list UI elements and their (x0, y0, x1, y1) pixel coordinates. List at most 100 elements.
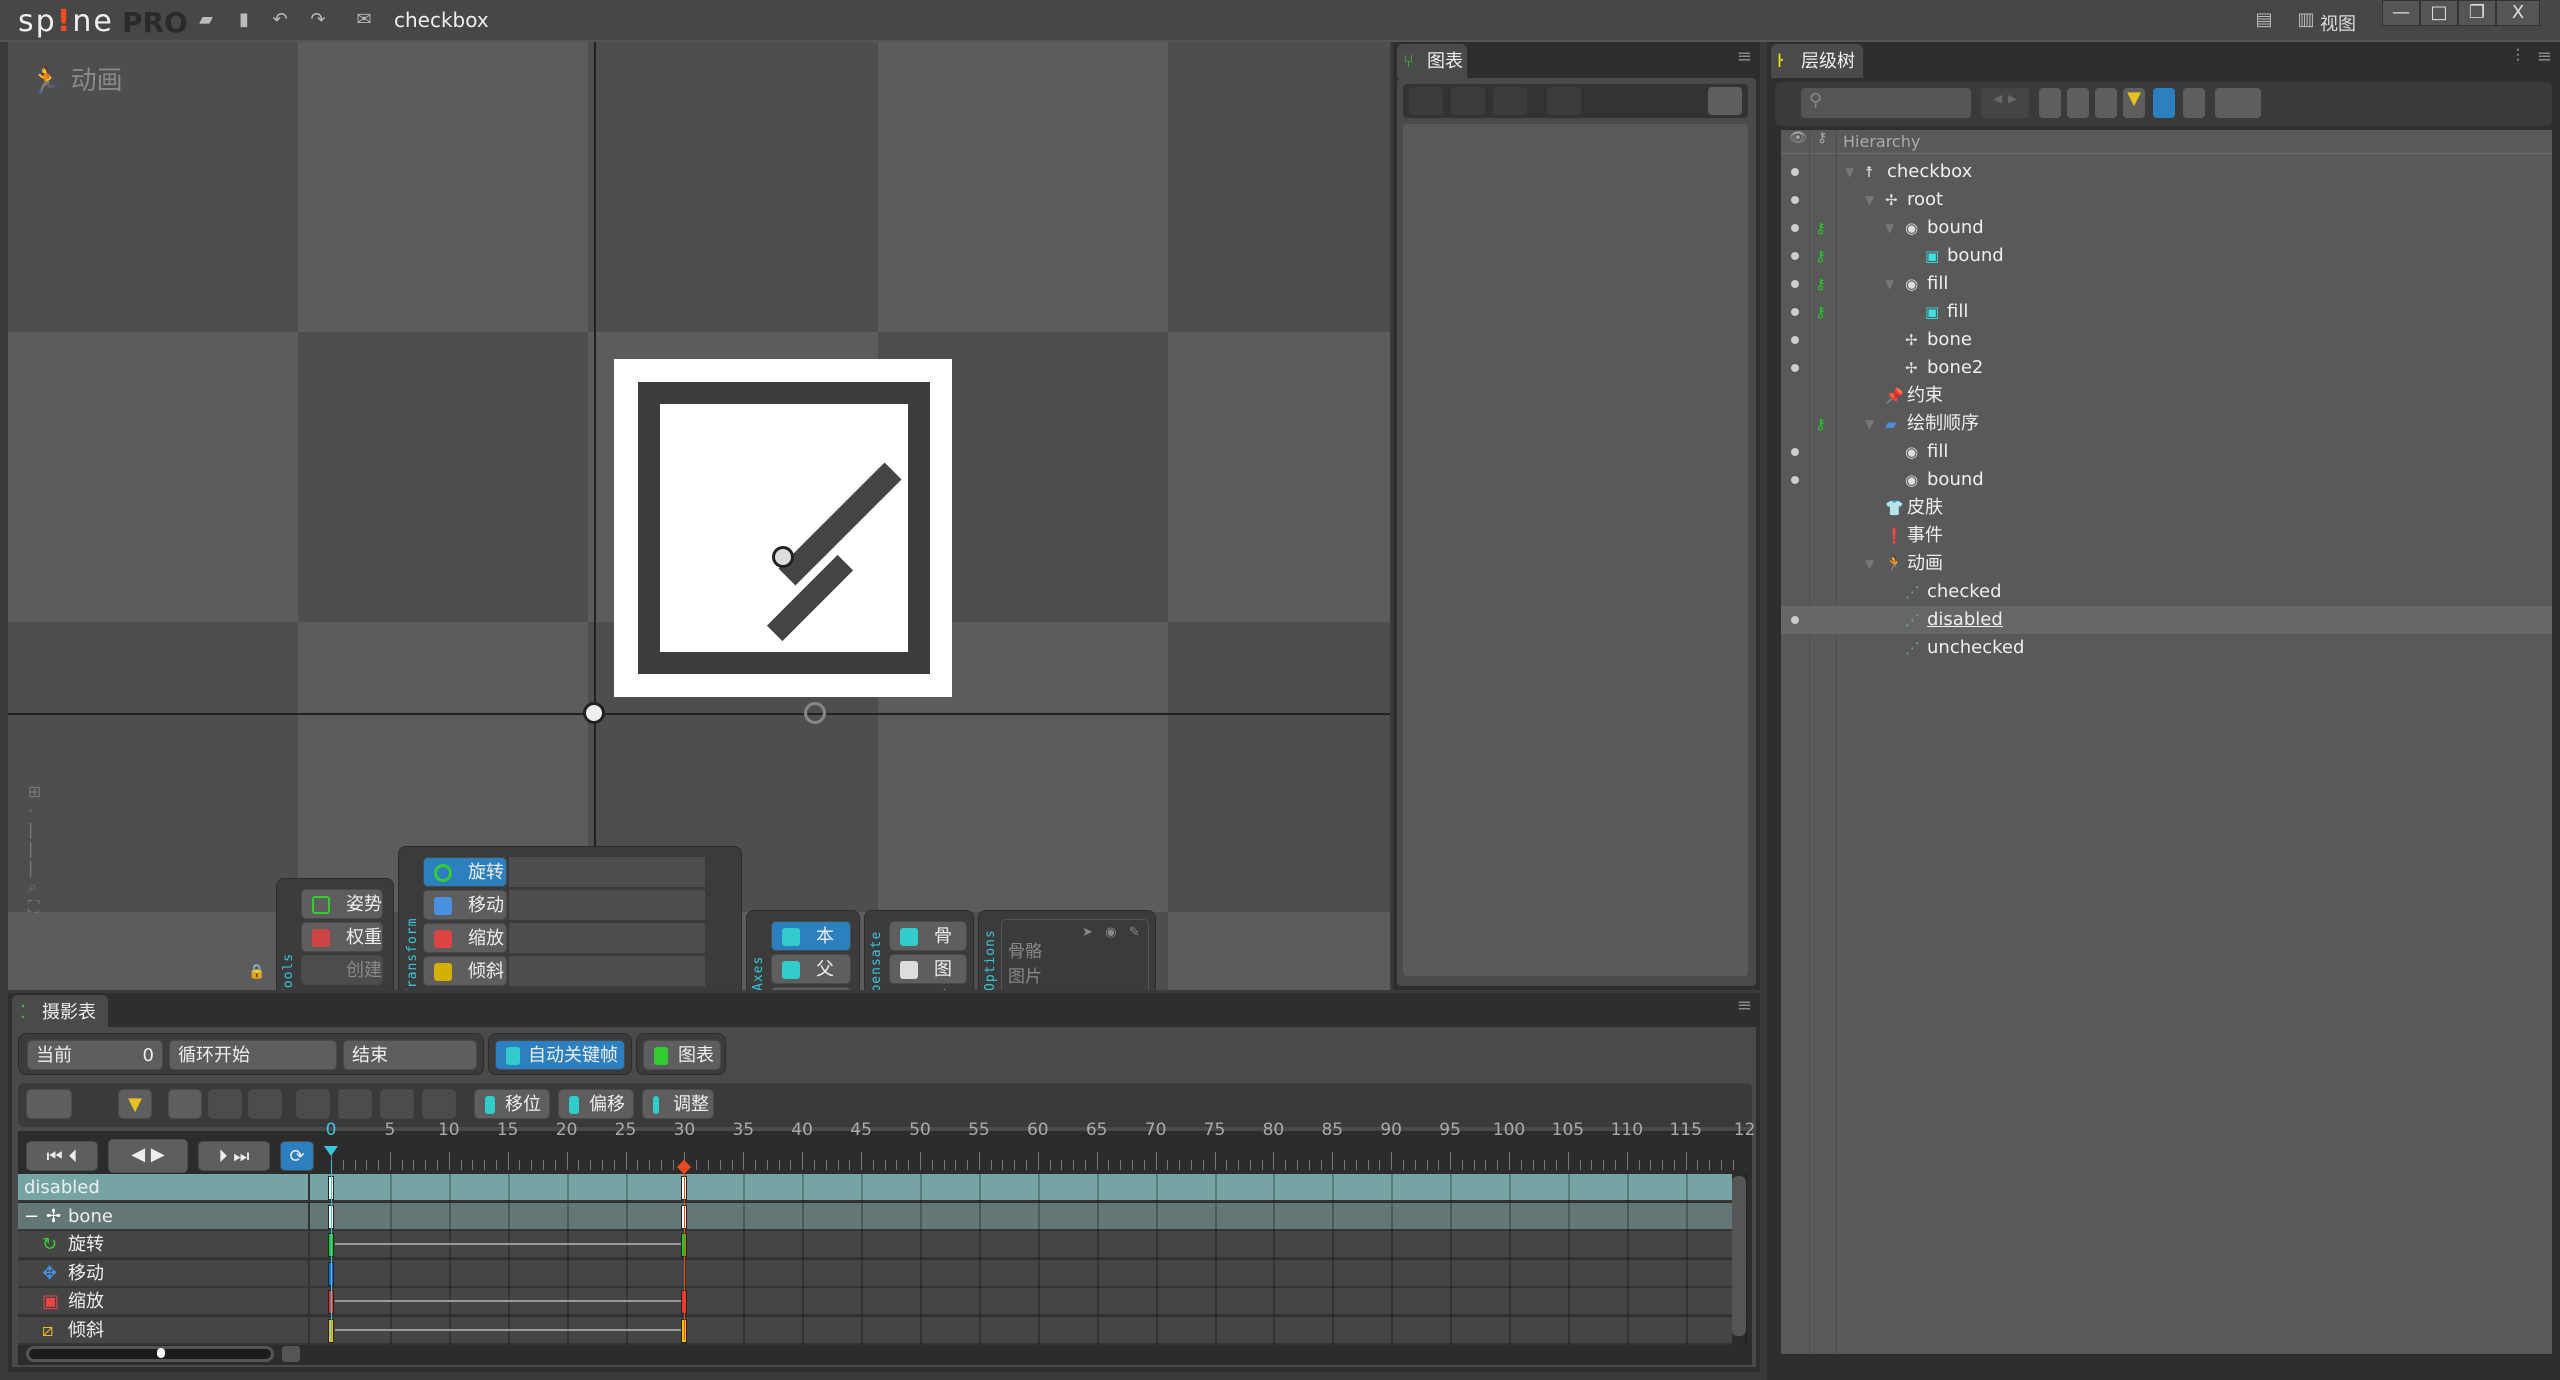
next-last-frame-buttons[interactable]: ⏵ ⏭ (198, 1141, 270, 1171)
translate-tool-button[interactable]: 移动 (423, 890, 507, 920)
redo-icon[interactable]: ↷ (308, 10, 328, 30)
key-icon[interactable]: ⚷ (1815, 214, 1826, 242)
collapse-expand-buttons[interactable] (2215, 88, 2261, 118)
tree-item[interactable]: 👕 皮肤 (1781, 494, 2552, 522)
key-icon[interactable]: ⚷ (1815, 270, 1826, 298)
compensate-images-button[interactable]: 图片 (889, 954, 967, 990)
tree-item[interactable]: ▼ 🏃 动画 (1781, 550, 2552, 578)
timeline-row[interactable]: 倾斜 ⧄ (18, 1317, 1747, 1345)
tree-item[interactable]: ⚷ ▼ ◉ fill (1781, 270, 2552, 298)
tree-item[interactable]: ⚷ ▼ ◉ bound (1781, 214, 2552, 242)
loop-keys-button[interactable] (208, 1089, 242, 1119)
graph-mode-button[interactable] (1708, 87, 1742, 115)
end-frame-field[interactable]: 结束 (343, 1040, 477, 1070)
axes-world-button[interactable]: 世界 (771, 987, 851, 990)
playhead-handle[interactable] (324, 1146, 338, 1156)
focus-selection-button[interactable] (2153, 88, 2175, 118)
project-icon[interactable]: ✉ (354, 10, 374, 30)
shear-value-field[interactable] (509, 956, 705, 986)
key-icon[interactable]: ⚷ (1815, 298, 1826, 326)
loop-start-field[interactable]: 循环开始 (169, 1040, 337, 1070)
nav-back-forward-buttons[interactable]: ◂ ▸ (1981, 88, 2029, 118)
timeline-row[interactable]: 旋转 ↻ (18, 1231, 1747, 1260)
expand-arrow-icon[interactable]: ▼ (1885, 270, 1894, 298)
filter-icon[interactable]: ▼ (118, 1089, 152, 1119)
tree-item[interactable]: ⋰ checked (1781, 578, 2552, 606)
paste-button[interactable] (422, 1089, 456, 1119)
expand-arrow-icon[interactable]: ▼ (1865, 410, 1874, 438)
filter-attachments-button[interactable] (2095, 88, 2117, 118)
filter-bones-button[interactable] (2039, 88, 2061, 118)
timeline-scrollbar[interactable] (1732, 1176, 1746, 1336)
visibility-dot[interactable] (1791, 476, 1799, 484)
panel-menu-icon[interactable]: ≡ (2537, 46, 2552, 67)
weights-tool-button[interactable]: 权重 (301, 922, 383, 952)
tree-item[interactable]: ▼ ✢ root (1781, 186, 2552, 214)
timeline-row[interactable]: 缩放 ▣ (18, 1288, 1747, 1317)
tree-item[interactable]: ✢ bone (1781, 326, 2552, 354)
zoom-slider[interactable]: ⊞ · | | | ⌕ ⛶ (28, 782, 41, 917)
restore-button[interactable]: ❐ (2458, 0, 2496, 26)
expand-arrow-icon[interactable]: ▼ (1885, 214, 1894, 242)
bone2-handle[interactable] (804, 702, 826, 724)
compensate-bones-button[interactable]: 骨骼 (889, 921, 967, 977)
pose-tool-button[interactable]: 姿势 (301, 889, 383, 919)
autokey-button[interactable]: 自动关键帧 (495, 1040, 625, 1070)
viewport[interactable]: 🏃 动画 ⊞ · | | | ⌕ ⛶ 🔒 Tools 姿势 权重 创建 Transform … (8, 42, 1390, 990)
visibility-dot[interactable] (1791, 168, 1799, 176)
panel-menu-icon[interactable]: ≡ (1737, 46, 1752, 67)
expand-arrow-icon[interactable]: ▼ (1845, 158, 1854, 186)
filter-icon[interactable]: ▼ (2123, 88, 2145, 118)
lock-icon[interactable]: 🔒 (248, 964, 265, 980)
linear-curve-button[interactable] (1409, 87, 1443, 115)
rotate-value-field[interactable] (509, 857, 705, 887)
play-reverse-forward-buttons[interactable]: ◀ ▶ (108, 1139, 188, 1173)
maximize-button[interactable]: □ (2420, 0, 2458, 26)
current-frame-field[interactable]: 当前 0 (27, 1040, 163, 1070)
tree-search-input[interactable] (1801, 88, 1971, 118)
timeline-row[interactable]: bone ✢ − (18, 1202, 1747, 1231)
timeline-ruler[interactable] (327, 1138, 1736, 1174)
bezier-curve-button[interactable] (1451, 87, 1485, 115)
translate-value-field[interactable] (509, 890, 705, 920)
visibility-dot[interactable] (1791, 224, 1799, 232)
visibility-dot[interactable] (1791, 364, 1799, 372)
shear-tool-button[interactable]: 倾斜 (423, 956, 507, 986)
axes-local-button[interactable]: 本地 (771, 921, 851, 977)
minimize-button[interactable]: — (2382, 0, 2420, 26)
tree-item[interactable]: ◉ bound (1781, 466, 2552, 494)
open-icon[interactable]: ▰ (196, 10, 216, 30)
panel-menu-icon[interactable]: ≡ (1737, 995, 1752, 1016)
close-button[interactable]: X (2496, 0, 2540, 26)
collapse-expand-button[interactable] (26, 1089, 72, 1119)
key-icon[interactable]: ⚷ (1815, 410, 1826, 438)
create-tool-button[interactable]: 创建 (301, 955, 383, 985)
view-menu[interactable]: 视图 (2320, 10, 2356, 36)
fit-timeline-button[interactable] (282, 1346, 300, 1362)
collapse-icon[interactable]: − (24, 1203, 39, 1231)
graph-options-button[interactable] (1547, 87, 1581, 115)
save-icon[interactable]: ▮ (234, 10, 254, 30)
key-icon[interactable]: ⚷ (1815, 242, 1826, 270)
view-icon[interactable]: ▥ (2296, 10, 2316, 30)
timeline-row[interactable]: disabled (18, 1174, 1747, 1202)
graph-toggle-button[interactable]: 图表 (643, 1040, 721, 1070)
visibility-dot[interactable] (1791, 448, 1799, 456)
visibility-dot[interactable] (1791, 252, 1799, 260)
offset-move-button[interactable]: 移位 (474, 1089, 550, 1119)
root-handle[interactable] (583, 702, 605, 724)
graph-canvas[interactable] (1403, 124, 1748, 976)
tree-item[interactable]: ⚷ ▣ bound (1781, 242, 2552, 270)
adjust-button[interactable]: 调整 (642, 1089, 714, 1119)
filter-slots-button[interactable] (2067, 88, 2089, 118)
stepped-curve-button[interactable] (1493, 87, 1527, 115)
tree-item[interactable]: ⚷ ▣ fill (1781, 298, 2552, 326)
tree-item[interactable]: ✢ bone2 (1781, 354, 2552, 382)
offset-button[interactable]: 偏移 (558, 1089, 634, 1119)
undo-icon[interactable]: ↶ (270, 10, 290, 30)
go-to-start-end-buttons[interactable]: ⏮ ⏴ (26, 1141, 98, 1171)
timeline-row[interactable]: 移动 ✥ (18, 1259, 1747, 1288)
visibility-dot[interactable] (1791, 336, 1799, 344)
visibility-dot[interactable] (1791, 196, 1799, 204)
tree-settings-icon[interactable]: ⫶ (2516, 46, 2521, 67)
